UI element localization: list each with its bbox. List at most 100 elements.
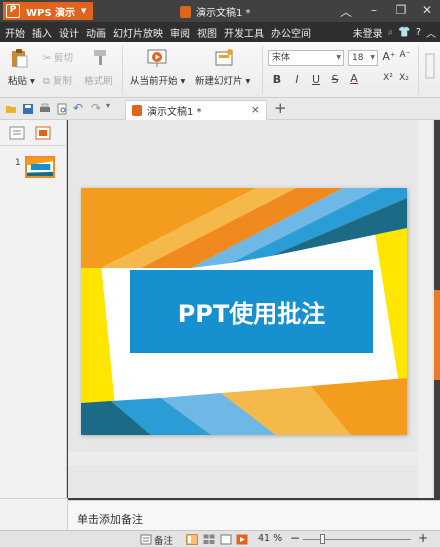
ribbon-separator: [418, 46, 419, 94]
ribbon-separator: [122, 46, 123, 94]
close-tab-icon[interactable]: ×: [251, 103, 260, 116]
chevron-down-icon: ▼: [336, 54, 341, 61]
slide-title: PPT使用批注: [177, 300, 326, 328]
new-tab-button[interactable]: +: [274, 99, 287, 117]
vertical-scrollbar[interactable]: [418, 120, 432, 498]
zoom-in-button[interactable]: +: [418, 531, 428, 545]
app-menu-button[interactable]: P WPS 演示 ▼: [3, 2, 93, 20]
title-bar: P WPS 演示 ▼ 演示文稿1 * ︿ – ❐ ✕: [0, 0, 440, 22]
side-panel-toggle[interactable]: [434, 290, 440, 380]
zoom-level[interactable]: 41 %: [258, 533, 282, 544]
zoom-out-button[interactable]: −: [290, 531, 300, 545]
copy-label: 复制: [52, 76, 72, 87]
format-painter-label: 格式刷: [84, 76, 113, 87]
tab-document[interactable]: 演示文稿1 * ×: [125, 100, 267, 120]
paste-label: 粘贴: [8, 76, 28, 87]
new-slide-button[interactable]: 新建幻灯片 ▾: [195, 73, 250, 87]
save-icon[interactable]: [22, 103, 34, 115]
help-icon[interactable]: ?: [416, 27, 421, 38]
font-name-select[interactable]: 宋体 ▼: [268, 50, 344, 66]
normal-view-icon[interactable]: [186, 534, 198, 545]
underline-button[interactable]: U: [309, 73, 323, 86]
shirt-icon[interactable]: 👕: [398, 27, 410, 38]
print-preview-icon[interactable]: [56, 103, 68, 115]
subscript-button[interactable]: X₂: [397, 73, 411, 83]
paste-icon[interactable]: [9, 48, 29, 68]
chevron-up-icon[interactable]: ︿: [337, 3, 355, 20]
menu-bar: 开始 插入 设计 动画 幻灯片放映 审阅 视图 开发工具 办公空间 未登录 ⌕ …: [0, 22, 440, 42]
shrink-font-button[interactable]: A⁻: [398, 50, 412, 60]
font-name-value: 宋体: [272, 53, 291, 63]
strikethrough-button[interactable]: S: [328, 73, 342, 86]
pane-tabs: [0, 120, 66, 146]
slide-number: 1: [15, 158, 21, 168]
document-tab-bar: ↶ ↷ ▾ 演示文稿1 * × +: [0, 98, 440, 120]
notes-toggle[interactable]: 备注: [154, 533, 173, 547]
ribbon-toolbar: 粘贴 ▾ ✂ 剪切 ⧉ 复制 格式刷 从当前开始 ▾ 新建幻灯片 ▾ 宋体 ▼ 1…: [0, 42, 440, 98]
paste-button[interactable]: 粘贴 ▾: [8, 73, 35, 87]
menu-home[interactable]: 开始: [5, 25, 25, 40]
slides-view-icon[interactable]: [34, 125, 52, 141]
undo-icon[interactable]: ↶: [73, 101, 85, 115]
grow-font-button[interactable]: A⁺: [382, 50, 396, 63]
play-from-current-icon[interactable]: [146, 47, 168, 69]
menu-developer[interactable]: 开发工具: [224, 25, 264, 40]
notes-left-spacer: [0, 498, 68, 530]
new-slide-icon[interactable]: [213, 47, 235, 69]
notes-pane[interactable]: 单击添加备注: [68, 500, 440, 530]
collapse-ribbon-icon[interactable]: ︿: [426, 25, 436, 40]
presentation-file-icon: [180, 5, 191, 18]
chevron-down-icon: ▼: [370, 54, 375, 61]
menu-office-space[interactable]: 办公空间: [271, 25, 311, 40]
app-name: WPS 演示: [26, 7, 76, 19]
font-color-button[interactable]: A: [347, 72, 361, 85]
open-folder-icon[interactable]: [5, 103, 17, 115]
font-size-select[interactable]: 18 ▼: [348, 50, 378, 66]
slideshow-play-icon[interactable]: [236, 534, 248, 545]
menu-design[interactable]: 设计: [59, 25, 79, 40]
minimize-icon[interactable]: –: [365, 3, 383, 17]
superscript-button[interactable]: X²: [381, 73, 395, 83]
slide-canvas[interactable]: PPT使用批注: [81, 188, 407, 435]
skin-icon[interactable]: ⌕: [388, 27, 394, 38]
window-title: 演示文稿1 *: [180, 4, 251, 19]
notes-placeholder[interactable]: 单击添加备注: [77, 511, 143, 527]
outline-view-icon[interactable]: [8, 125, 26, 141]
cut-label: 剪切: [53, 53, 73, 64]
menu-review[interactable]: 审阅: [170, 25, 190, 40]
horizontal-scrollbar[interactable]: [68, 452, 418, 466]
format-painter-icon[interactable]: [91, 48, 109, 66]
cut-button[interactable]: ✂ 剪切: [43, 50, 73, 64]
slide-thumbnail-preview: [27, 158, 53, 176]
ribbon-more-icon[interactable]: [424, 52, 436, 80]
close-icon[interactable]: ✕: [418, 3, 436, 17]
slide-thumbnail[interactable]: [25, 156, 55, 178]
document-tab-label: 演示文稿1 *: [147, 107, 202, 118]
menu-animation[interactable]: 动画: [86, 25, 106, 40]
login-link[interactable]: 未登录: [353, 25, 383, 40]
font-size-value: 18: [352, 53, 364, 63]
redo-icon[interactable]: ↷: [91, 101, 103, 115]
reading-view-icon[interactable]: [220, 534, 232, 545]
slide-thumbnail-pane: 1: [0, 120, 67, 498]
menu-slideshow[interactable]: 幻灯片放映: [113, 25, 163, 40]
bold-button[interactable]: B: [270, 73, 284, 86]
copy-button[interactable]: ⧉ 复制: [43, 73, 72, 87]
format-painter-button[interactable]: 格式刷: [84, 73, 113, 87]
window-title-text: 演示文稿1 *: [196, 8, 251, 19]
chevron-down-icon: ▼: [81, 7, 87, 15]
restore-icon[interactable]: ❐: [392, 3, 410, 17]
zoom-slider-thumb[interactable]: [320, 534, 325, 544]
ribbon-separator: [262, 46, 263, 94]
menu-insert[interactable]: 插入: [32, 25, 52, 40]
slide-sorter-view-icon[interactable]: [203, 534, 215, 545]
menu-view[interactable]: 视图: [197, 25, 217, 40]
from-current-button[interactable]: 从当前开始 ▾: [130, 73, 185, 87]
notes-icon[interactable]: [140, 534, 152, 545]
print-icon[interactable]: [39, 103, 51, 115]
italic-button[interactable]: I: [290, 73, 304, 86]
from-current-label: 从当前开始: [130, 76, 178, 87]
quick-access-dropdown-icon[interactable]: ▾: [106, 101, 118, 113]
slide-title-box[interactable]: PPT使用批注: [130, 270, 373, 353]
new-slide-label: 新建幻灯片: [195, 76, 243, 87]
